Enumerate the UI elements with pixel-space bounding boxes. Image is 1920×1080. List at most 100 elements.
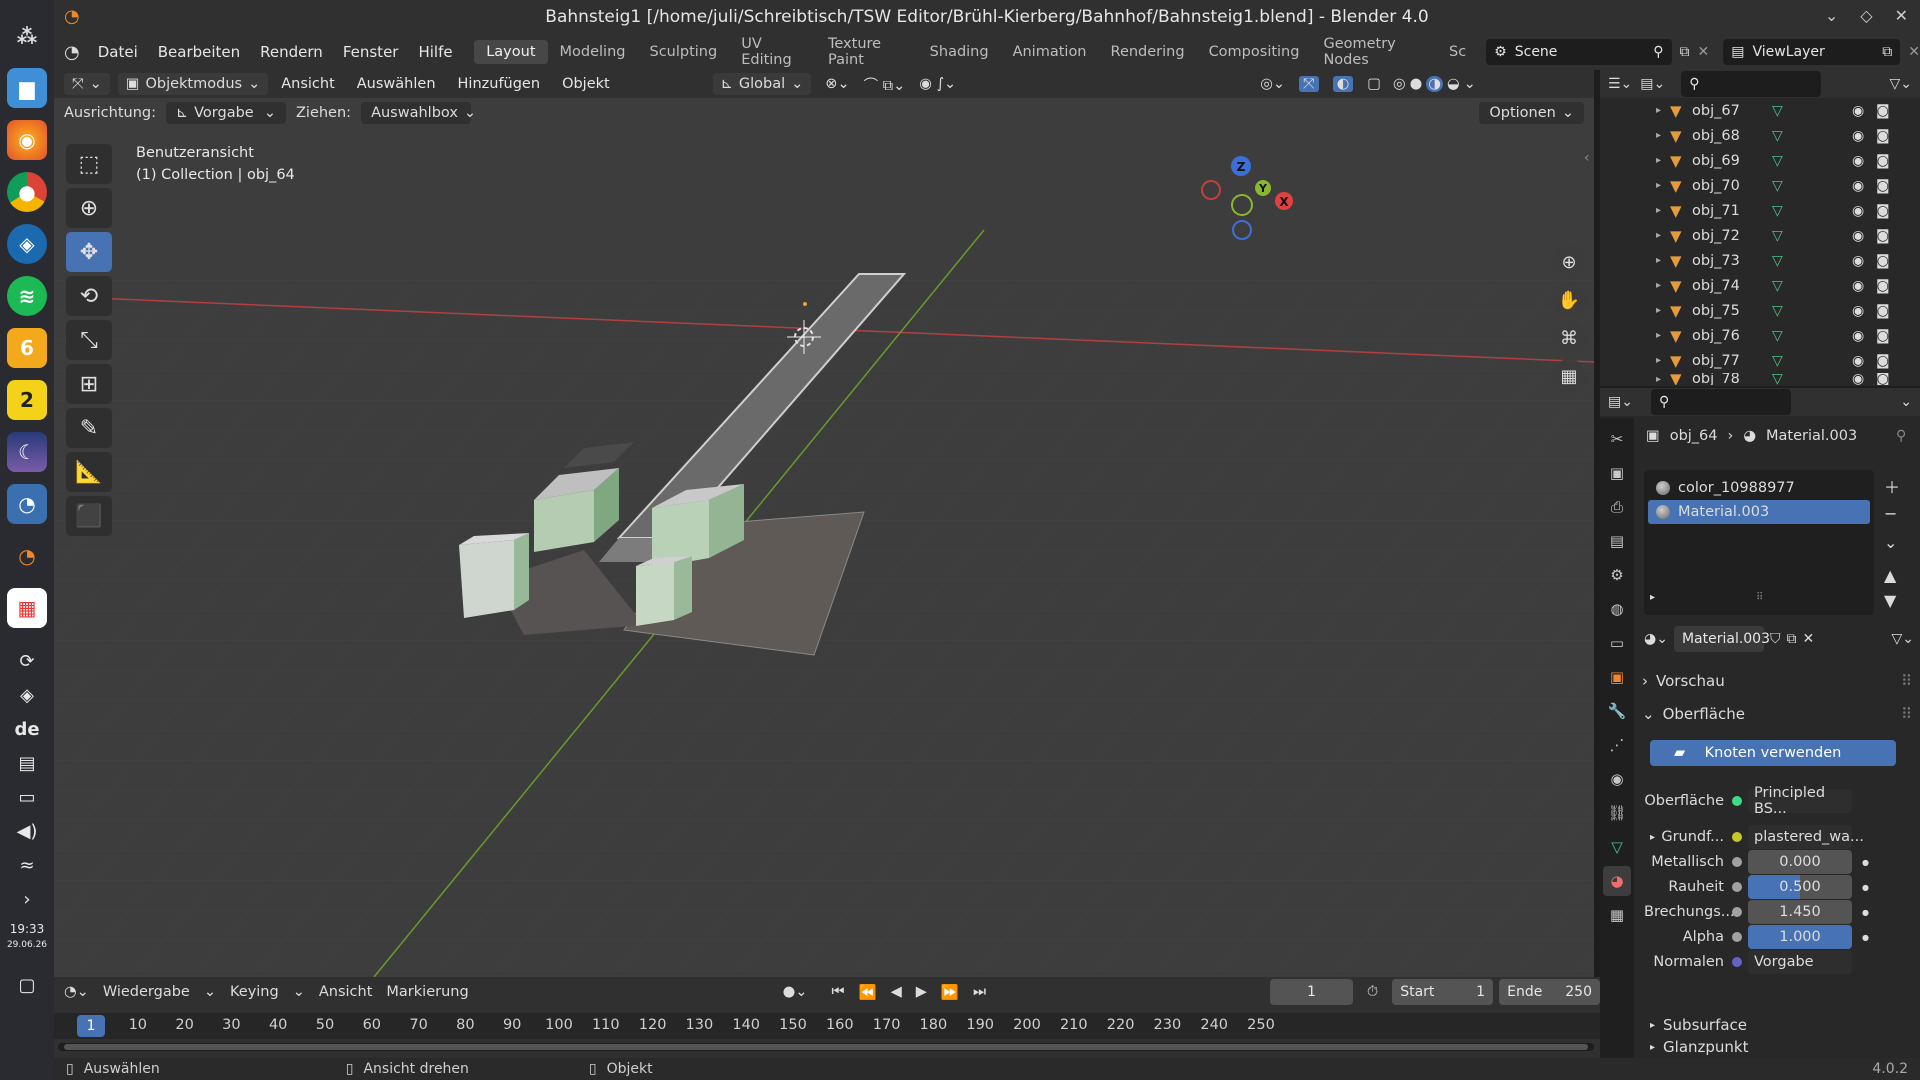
app-2-icon[interactable]: 2 (7, 380, 47, 420)
delete-viewlayer-icon[interactable]: ✕ (1908, 44, 1920, 60)
expand-icon[interactable]: ▸ (1656, 255, 1661, 266)
play-reverse-icon[interactable]: ◀ (891, 984, 902, 1000)
chrome-icon[interactable]: ● (7, 172, 47, 212)
keyframe-dot-icon[interactable]: ● (1862, 933, 1869, 942)
collection-tab-icon[interactable]: ▭ (1603, 628, 1631, 658)
timeline-scrollbar[interactable] (58, 1043, 1594, 1051)
jump-keyframe-back-icon[interactable]: ⏪ (859, 984, 877, 1001)
menu-hilfe[interactable]: Hilfe (408, 43, 462, 61)
outliner-object-name[interactable]: obj_75 (1692, 303, 1772, 319)
material-slot-item[interactable]: color_10988977 (1648, 476, 1870, 500)
camera-render-icon[interactable]: ◙ (1876, 373, 1900, 385)
building-left[interactable] (459, 533, 529, 618)
keyframe-dot-icon[interactable]: ● (1862, 858, 1869, 867)
outliner-object-name[interactable]: obj_77 (1692, 353, 1772, 369)
material-slot-item-selected[interactable]: Material.003 (1648, 500, 1870, 524)
app-6-icon[interactable]: 6 (7, 328, 47, 368)
view-layer-tab-icon[interactable]: ▤ (1603, 526, 1631, 556)
tab-sculpting[interactable]: Sculpting (637, 40, 729, 64)
app-grid-icon[interactable]: ⁂ (7, 16, 47, 56)
mesh-data-icon[interactable]: ▽ (1772, 128, 1852, 144)
measure-tool[interactable]: 📐 (66, 452, 112, 492)
eye-icon[interactable]: ◉ (1852, 253, 1876, 269)
new-scene-icon[interactable]: ⧉ (1680, 44, 1690, 60)
material-shading-icon[interactable]: ◑ (1426, 76, 1443, 92)
ausrichtung-dropdown[interactable]: ⊾ Vorgabe ⌄ (165, 102, 286, 124)
material-tab-icon[interactable]: ◕ (1603, 866, 1631, 896)
outliner-row[interactable]: ▸ ▼ obj_74 ▽ ◉ ◙ (1600, 273, 1920, 298)
outliner-editor-icon[interactable]: ☰⌄ (1608, 76, 1632, 92)
outliner-row[interactable]: ▸ ▼ obj_76 ▽ ◉ ◙ (1600, 323, 1920, 348)
update-icon[interactable]: ⟳ (7, 644, 47, 678)
firefox-icon[interactable]: ◉ (7, 120, 47, 160)
tinkercad-icon[interactable]: ▦ (7, 588, 47, 628)
select-box-tool[interactable]: ⬚ (66, 144, 112, 184)
clock[interactable]: 19:33 29.06.26 (7, 922, 47, 952)
scene-tab-icon[interactable]: ⚙ (1603, 560, 1631, 590)
outliner-row[interactable]: ▸ ▼ obj_73 ▽ ◉ ◙ (1600, 248, 1920, 273)
current-frame-field[interactable]: 1 (1270, 979, 1353, 1005)
outliner-object-name[interactable]: obj_70 (1692, 178, 1772, 194)
auto-keying-icon[interactable]: ●⌄ (783, 984, 808, 1000)
zoom-icon[interactable]: ⊕ (1552, 245, 1586, 279)
outliner-row[interactable]: ▸ ▼ obj_75 ▽ ◉ ◙ (1600, 298, 1920, 323)
solid-shading-icon[interactable]: ● (1410, 76, 1423, 92)
vorschau-panel-header[interactable]: › Vorschau ⠿ (1642, 668, 1912, 694)
camera-render-icon[interactable]: ◙ (1876, 328, 1900, 344)
outliner-object-name[interactable]: obj_73 (1692, 253, 1772, 269)
output-tab-icon[interactable]: ⎙ (1603, 492, 1631, 522)
viewlayer-selector[interactable]: ▤ ViewLayer ⧉ (1723, 39, 1901, 65)
particles-tab-icon[interactable]: ⋰ (1603, 730, 1631, 760)
menu-keying[interactable]: Keying (230, 984, 279, 1000)
expand-icon[interactable]: ▸ (1656, 230, 1661, 241)
spotify-icon[interactable]: ≋ (7, 276, 47, 316)
keyframe-dot-icon[interactable]: ● (1862, 883, 1869, 892)
outliner-row[interactable]: ▸ ▼ obj_69 ▽ ◉ ◙ (1600, 148, 1920, 173)
eye-icon[interactable]: ◉ (1852, 328, 1876, 344)
menu-bearbeiten[interactable]: Bearbeiten (148, 43, 250, 61)
add-slot-icon[interactable]: ＋ (1884, 474, 1900, 498)
tab-geometry-nodes[interactable]: Geometry Nodes (1311, 32, 1437, 72)
eye-icon[interactable]: ◉ (1852, 303, 1876, 319)
slot-specials-icon[interactable]: ⌄ (1884, 533, 1900, 552)
annotate-tool[interactable]: ✎ (66, 408, 112, 448)
expand-icon[interactable]: ▸ (1656, 355, 1661, 366)
menu-objekt[interactable]: Objekt (553, 76, 619, 92)
shader-value-slider[interactable]: 0.000 (1748, 850, 1852, 874)
keyframe-dot-icon[interactable]: ● (1862, 908, 1869, 917)
outliner-row[interactable]: ▸ ▼ obj_71 ▽ ◉ ◙ (1600, 198, 1920, 223)
end-frame-field[interactable]: Ende 250 (1499, 979, 1600, 1005)
expand-icon[interactable]: ▸ (1656, 155, 1661, 166)
properties-editor-icon[interactable]: ▤⌄ (1608, 394, 1633, 410)
tab-animation[interactable]: Animation (1001, 40, 1099, 64)
mesh-data-icon[interactable]: ▽ (1772, 253, 1852, 269)
outliner-object-name[interactable]: obj_68 (1692, 128, 1772, 144)
jump-start-icon[interactable]: ⏮ (831, 984, 844, 1000)
start-frame-field[interactable]: Start 1 (1392, 979, 1494, 1005)
menu-auswaehlen[interactable]: Auswählen (348, 76, 445, 92)
xray-icon[interactable]: ▢ (1367, 76, 1381, 92)
resize-handle-icon[interactable]: ⠿ (1756, 592, 1763, 603)
new-viewlayer-icon[interactable]: ⧉ (1882, 44, 1892, 60)
shader-input-link[interactable]: plastered_wa... (1748, 825, 1864, 849)
outliner-row[interactable]: ▸ ▼ obj_70 ▽ ◉ ◙ (1600, 173, 1920, 198)
eye-icon[interactable]: ◉ (1852, 103, 1876, 119)
oberflaeche-panel-header[interactable]: ⌄ Oberfläche ⠿ (1642, 701, 1912, 727)
expand-icon[interactable]: ▸ (1656, 130, 1661, 141)
ziehen-dropdown[interactable]: Auswahlbox ⌄ (361, 102, 476, 124)
use-nodes-button[interactable]: ▰ Knoten verwenden (1650, 740, 1896, 766)
expand-icon[interactable]: ▸ (1656, 305, 1661, 316)
navigation-gizmo[interactable]: Z X Y (1201, 156, 1293, 240)
outliner-object-name[interactable]: obj_78 (1692, 373, 1772, 385)
mesh-data-icon[interactable]: ▽ (1772, 103, 1852, 119)
menu-hinzufuegen[interactable]: Hinzufügen (449, 76, 550, 92)
eye-icon[interactable]: ◉ (1852, 228, 1876, 244)
eye-icon[interactable]: ◉ (1852, 353, 1876, 369)
rotate-tool[interactable]: ⟲ (66, 276, 112, 316)
shader-input-link[interactable]: Principled BS... (1748, 785, 1852, 817)
scene-selector[interactable]: ⚙ Scene ⚲ (1486, 39, 1672, 65)
expand-tray-icon[interactable]: › (7, 882, 47, 916)
shader-value-slider[interactable]: 1.450 (1748, 900, 1852, 924)
mesh-data-icon[interactable]: ▽ (1772, 228, 1852, 244)
frame-ruler[interactable]: 1 10 20 30 40 50 60 70 80 90 100 110 120 130 140 150 160… (54, 1013, 1600, 1039)
